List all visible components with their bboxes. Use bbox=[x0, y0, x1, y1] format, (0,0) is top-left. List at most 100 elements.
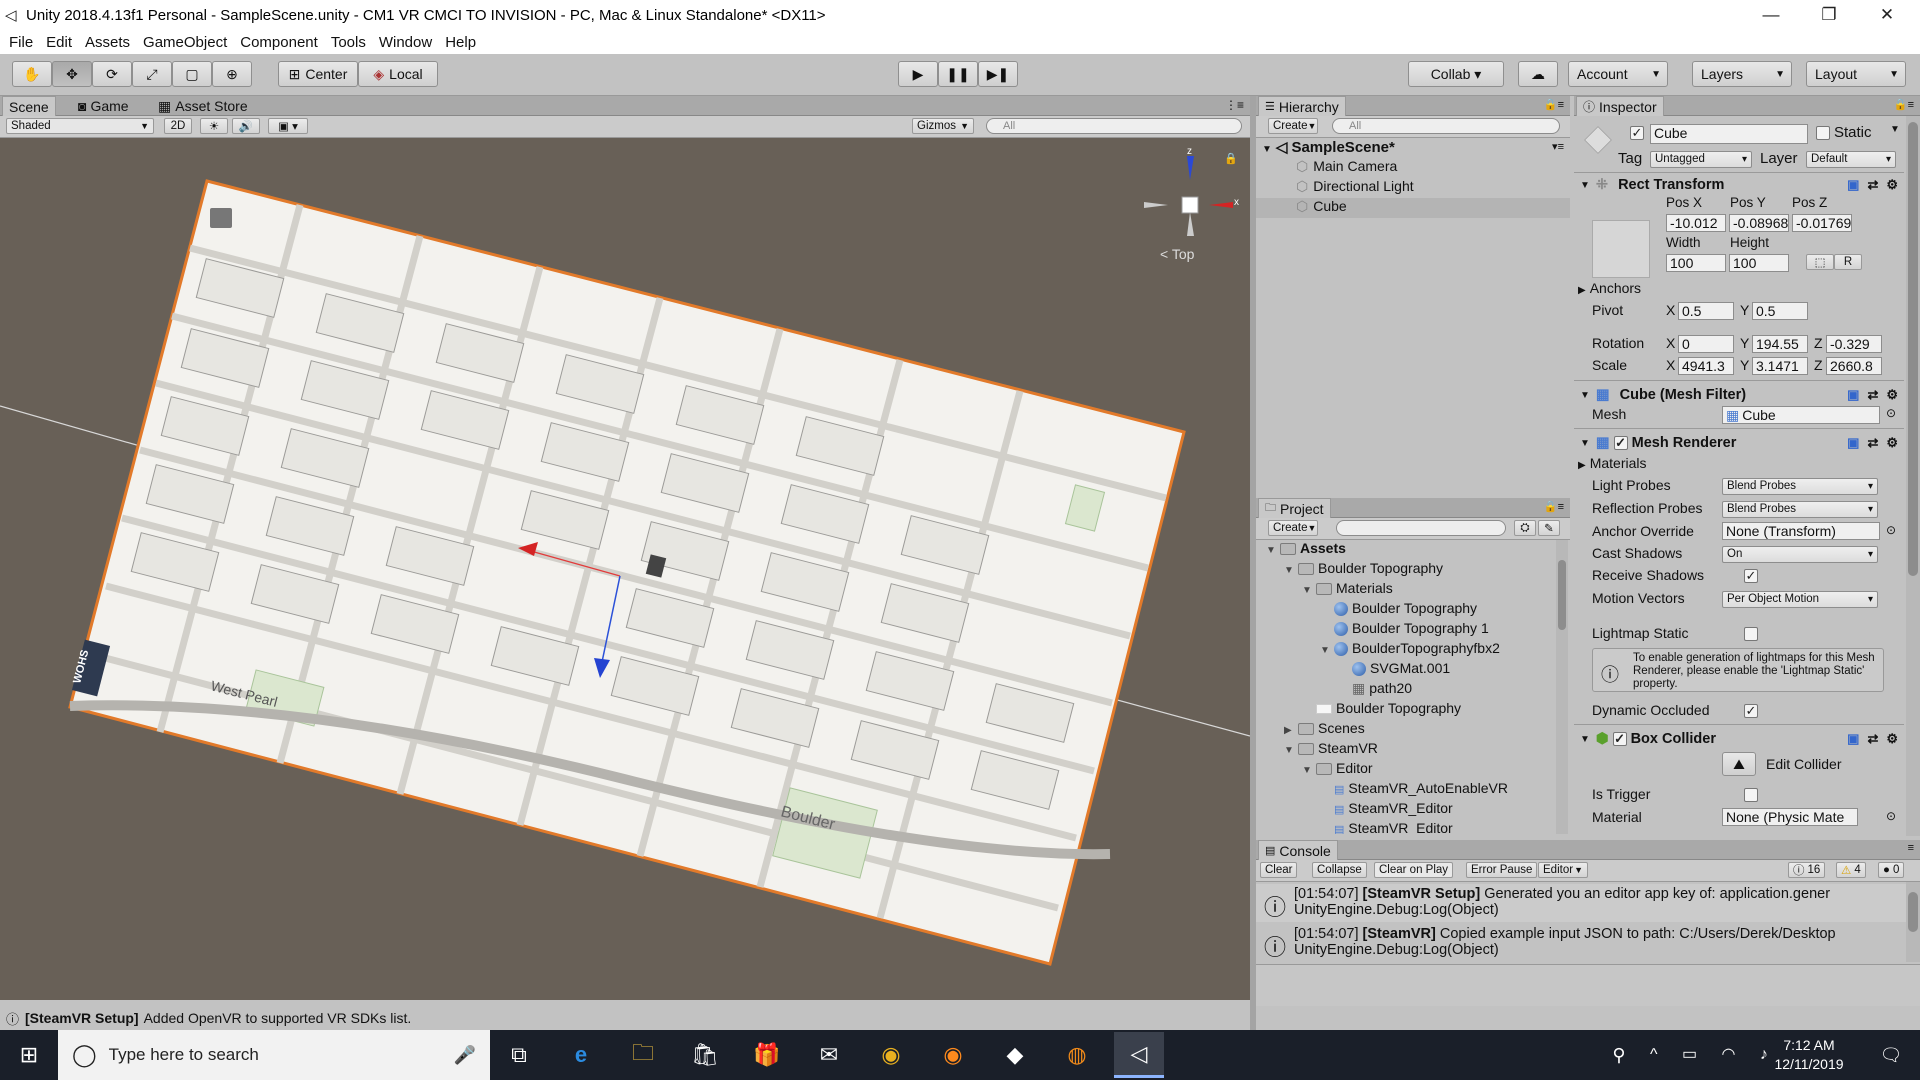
audio-toggle-icon[interactable]: 🔊 bbox=[232, 118, 260, 134]
menu-edit[interactable]: Edit bbox=[46, 34, 72, 51]
project-item[interactable]: ▤ SteamVR_Editor bbox=[1320, 820, 1453, 834]
edge-browser-icon[interactable]: e bbox=[556, 1032, 606, 1078]
gear-icon[interactable]: ⚙ bbox=[1886, 387, 1898, 403]
console-clear-button[interactable]: Clear bbox=[1260, 862, 1298, 878]
panel-menu-icon[interactable]: 🔒≡ bbox=[1894, 98, 1914, 111]
2d-toggle[interactable]: 2D bbox=[164, 118, 192, 134]
static-dropdown-icon[interactable]: ▼ bbox=[1890, 124, 1900, 135]
shading-mode-dropdown[interactable]: Shaded ▼ bbox=[6, 118, 154, 134]
expand-arrow-icon[interactable]: ▼ bbox=[1284, 745, 1298, 756]
static-checkbox[interactable] bbox=[1816, 126, 1830, 140]
posx-input[interactable]: -10.012 bbox=[1666, 214, 1726, 232]
collider-material-field[interactable]: None (Physic Mate bbox=[1722, 808, 1858, 826]
hierarchy-create-dropdown[interactable]: Create ▼ bbox=[1268, 118, 1318, 134]
store-icon[interactable]: 🛍 bbox=[680, 1032, 730, 1078]
unity-hub-icon[interactable]: ◆ bbox=[990, 1032, 1040, 1078]
anchor-preset-icon[interactable] bbox=[1592, 220, 1650, 278]
orientation-gizmo[interactable]: z x < Top bbox=[1140, 146, 1240, 262]
menu-gameobject[interactable]: GameObject bbox=[143, 34, 227, 51]
posz-input[interactable]: -0.01769 bbox=[1792, 214, 1852, 232]
layers-dropdown[interactable]: Layers ▼ bbox=[1692, 61, 1792, 87]
project-search-input[interactable] bbox=[1336, 520, 1506, 536]
firefox-icon[interactable]: ◉ bbox=[928, 1032, 978, 1078]
hierarchy-item[interactable]: ⬡ Directional Light bbox=[1296, 178, 1414, 195]
project-item[interactable]: ▶ Scenes bbox=[1284, 720, 1365, 736]
motion-vectors-dropdown[interactable]: Per Object Motion bbox=[1722, 591, 1878, 608]
account-dropdown[interactable]: Account ▼ bbox=[1568, 61, 1668, 87]
blueprint-mode-icon[interactable]: ⬚ bbox=[1806, 254, 1834, 270]
mesh-renderer-header[interactable]: ▼ ▦ ✓ Mesh Renderer ▣ ⇄ ⚙ bbox=[1574, 432, 1904, 454]
log-entry[interactable]: ⓘ [01:54:07] [SteamVR Setup] Generated y… bbox=[1256, 884, 1906, 922]
notifications-icon[interactable]: 🗨 bbox=[1866, 1032, 1916, 1078]
menu-tools[interactable]: Tools bbox=[331, 34, 366, 51]
cloud-icon[interactable]: ☁ bbox=[1518, 61, 1558, 87]
project-item[interactable]: ▼ Boulder Topography bbox=[1284, 560, 1443, 576]
dynamic-occluded-checkbox[interactable]: ✓ bbox=[1744, 704, 1758, 718]
project-item[interactable]: ▦ path20 bbox=[1338, 680, 1412, 697]
object-picker-icon[interactable]: ⊙ bbox=[1886, 406, 1896, 420]
expand-arrow-icon[interactable]: ▼ bbox=[1266, 545, 1280, 556]
rect-tool-icon[interactable]: ▢ bbox=[172, 61, 212, 87]
step-button[interactable]: ▶❚ bbox=[978, 61, 1018, 87]
expand-arrow-icon[interactable]: ▼ bbox=[1302, 585, 1316, 596]
mesh-filter-header[interactable]: ▼ ▦ Cube (Mesh Filter) ▣ ⇄ ⚙ bbox=[1574, 384, 1904, 406]
project-item[interactable]: ▼ BoulderTopographyfbx2 bbox=[1320, 640, 1500, 657]
gear-icon[interactable]: ⚙ bbox=[1886, 177, 1898, 193]
scale-x-input[interactable]: 4941.3 bbox=[1678, 357, 1734, 375]
scene-search-input[interactable]: All bbox=[986, 118, 1242, 134]
pivot-y-input[interactable]: 0.5 bbox=[1752, 302, 1808, 320]
console-editor-dropdown[interactable]: Editor ▼ bbox=[1538, 862, 1588, 878]
project-item[interactable]: SVGMat.001 bbox=[1338, 660, 1450, 677]
expand-arrow-icon[interactable]: ▼ bbox=[1302, 765, 1316, 776]
rot-x-input[interactable]: 0 bbox=[1678, 335, 1734, 353]
tab-hierarchy[interactable]: ☰ Hierarchy bbox=[1258, 96, 1346, 116]
microphone-icon[interactable]: 🎤 bbox=[454, 1045, 476, 1066]
panel-menu-icon[interactable]: ⋮≡ bbox=[1225, 98, 1244, 112]
mesh-renderer-enabled-checkbox[interactable]: ✓ bbox=[1613, 436, 1628, 450]
project-item[interactable]: Boulder Topography bbox=[1320, 600, 1477, 617]
hierarchy-item[interactable]: ⬡ Main Camera bbox=[1296, 158, 1397, 175]
project-item[interactable]: ▤ SteamVR_AutoEnableVR bbox=[1320, 780, 1508, 796]
object-name-input[interactable]: Cube bbox=[1650, 124, 1808, 144]
pivot-local-button[interactable]: ◈ Local bbox=[358, 61, 438, 87]
console-info-filter[interactable]: ⓘ 16 bbox=[1788, 862, 1826, 878]
pause-button[interactable]: ❚❚ bbox=[938, 61, 978, 87]
rot-z-input[interactable]: -0.329 bbox=[1826, 335, 1882, 353]
console-error-filter[interactable]: ● 0 bbox=[1878, 862, 1905, 878]
hand-tool-icon[interactable]: ✋ bbox=[12, 61, 52, 87]
help-icon[interactable]: ▣ bbox=[1847, 435, 1859, 451]
restore-button[interactable]: ❐ bbox=[1800, 0, 1858, 30]
raw-edit-button[interactable]: R bbox=[1834, 254, 1862, 270]
lighting-toggle-icon[interactable]: ☀ bbox=[200, 118, 228, 134]
panel-menu-icon[interactable]: ≡ bbox=[1908, 842, 1914, 854]
chrome-icon[interactable]: ◉ bbox=[866, 1032, 916, 1078]
anchor-override-field[interactable]: None (Transform) bbox=[1722, 522, 1880, 540]
file-explorer-icon[interactable]: 🗀 bbox=[618, 1032, 668, 1078]
filter-label-icon[interactable]: ✎ bbox=[1538, 520, 1560, 536]
layout-dropdown[interactable]: Layout ▼ bbox=[1806, 61, 1906, 87]
tab-project[interactable]: 🗀 Project bbox=[1258, 498, 1331, 518]
project-item[interactable]: ▼ Assets bbox=[1266, 540, 1346, 556]
expand-arrow-icon[interactable]: ▼ bbox=[1284, 565, 1298, 576]
panel-menu-icon[interactable]: 🔒≡ bbox=[1544, 98, 1564, 111]
expand-arrow-icon[interactable]: ▼ bbox=[1320, 645, 1334, 656]
taskbar-clock[interactable]: 7:12 AM 12/11/2019 bbox=[1754, 1036, 1864, 1074]
scene-canvas[interactable]: WOHS West Pearl Boulder bbox=[0, 138, 1250, 1000]
menu-assets[interactable]: Assets bbox=[85, 34, 130, 51]
log-entry[interactable]: ⓘ [01:54:07] [SteamVR] Copied example in… bbox=[1256, 924, 1906, 962]
preset-icon[interactable]: ⇄ bbox=[1867, 387, 1878, 403]
edit-collider-icon[interactable]: ⛰ bbox=[1722, 752, 1756, 776]
width-input[interactable]: 100 bbox=[1666, 254, 1726, 272]
gift-app-icon[interactable]: 🎁 bbox=[742, 1032, 792, 1078]
cast-shadows-dropdown[interactable]: On bbox=[1722, 546, 1878, 563]
project-item[interactable]: ▼ SteamVR bbox=[1284, 740, 1378, 756]
project-item[interactable]: ▤ SteamVR_Editor bbox=[1320, 800, 1453, 816]
collab-button[interactable]: Collab ▾ bbox=[1408, 61, 1504, 87]
help-icon[interactable]: ▣ bbox=[1847, 731, 1859, 747]
gizmos-dropdown[interactable]: Gizmos ▼ bbox=[912, 118, 974, 134]
menu-file[interactable]: File bbox=[9, 34, 33, 51]
help-icon[interactable]: ▣ bbox=[1847, 387, 1859, 403]
object-picker-icon[interactable]: ⊙ bbox=[1886, 809, 1896, 823]
menu-component[interactable]: Component bbox=[240, 34, 318, 51]
preset-icon[interactable]: ⇄ bbox=[1867, 731, 1878, 747]
